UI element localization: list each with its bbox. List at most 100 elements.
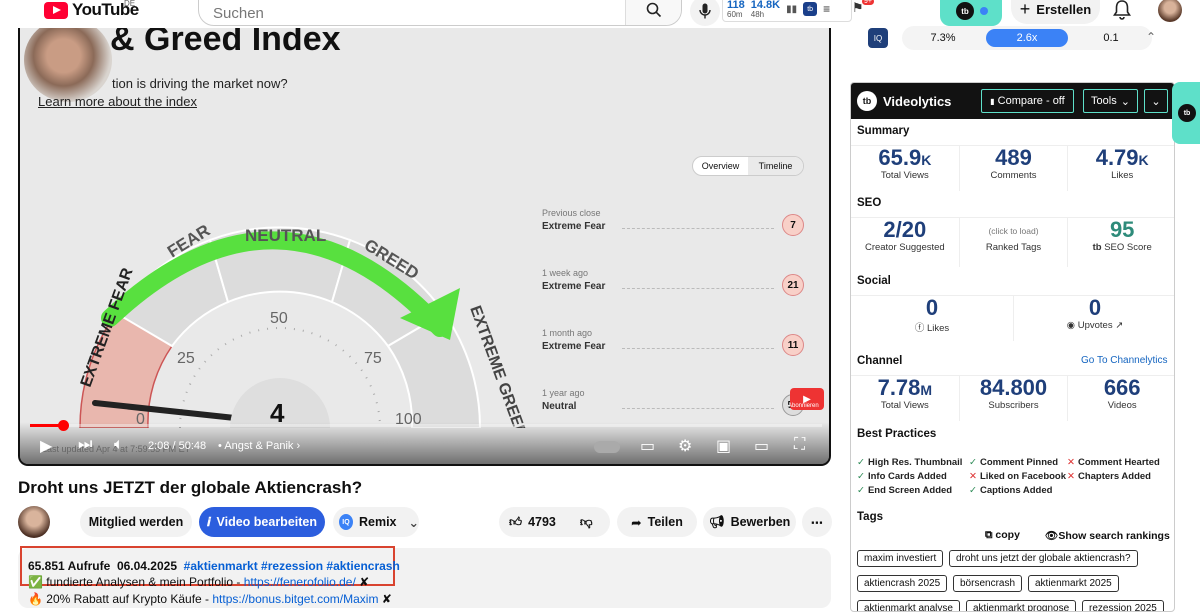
thumbs-down-icon[interactable]: 👎︎ bbox=[580, 515, 593, 530]
tag-chip[interactable]: aktienmarkt analyse bbox=[857, 600, 960, 611]
more-horizontal-icon: ⋯ bbox=[810, 515, 824, 530]
tab-overview: Overview bbox=[701, 161, 740, 171]
progress-bar[interactable] bbox=[30, 420, 822, 431]
stat-48h: 14.8K 48h bbox=[750, 0, 781, 19]
speed-option[interactable]: 0.1 bbox=[1070, 32, 1152, 44]
check-icon: ✓ bbox=[857, 457, 865, 468]
miniplayer-icon[interactable]: ▣ bbox=[716, 436, 731, 456]
create-label: Erstellen bbox=[1036, 1, 1092, 17]
channel-grid: 7.78M Total Views 84.800 Subscribers 666 Vi… bbox=[851, 375, 1174, 421]
search-button[interactable] bbox=[625, 0, 681, 25]
next-icon[interactable]: ⏭ bbox=[78, 436, 92, 454]
tools-dropdown[interactable]: Tools ⌄ bbox=[1083, 89, 1138, 113]
subtitles-icon[interactable]: ▭ bbox=[640, 436, 655, 456]
hashtag-links[interactable]: #aktienmarkt #rezession #aktiencrash bbox=[184, 559, 400, 573]
realtime-stats-widget[interactable]: 118 60m 14.8K 48h ▮▮ tb ≡ bbox=[722, 0, 852, 22]
share-button[interactable]: ➦ Teilen bbox=[617, 507, 697, 537]
megaphone-icon: 📢︎ bbox=[708, 514, 725, 529]
section-tags: Tags bbox=[857, 511, 883, 523]
summary-grid: 65.9K Total Views 489 Comments 4.79K Likes bbox=[851, 145, 1174, 191]
thumbs-up-icon[interactable]: 👍︎ bbox=[509, 515, 522, 530]
tubebuddy-toggle[interactable]: tb bbox=[940, 0, 1002, 26]
theater-mode-icon[interactable]: ▭ bbox=[754, 436, 769, 456]
promote-button[interactable]: 📢︎ Bewerben bbox=[703, 507, 796, 537]
channel-avatar[interactable] bbox=[18, 506, 50, 538]
tag-chip[interactable]: aktiencrash 2025 bbox=[857, 575, 948, 592]
history-previous-close: Previous close Extreme Fear 7 bbox=[542, 208, 804, 236]
tag-chip[interactable]: droht uns jetzt der globale aktiencrash? bbox=[949, 550, 1138, 567]
tag-chip[interactable]: aktienmarkt 2025 bbox=[1028, 575, 1119, 592]
collapse-panel-button[interactable]: ⌄ bbox=[1144, 89, 1168, 113]
remix-button[interactable]: IQ Remix ⌄ bbox=[333, 507, 419, 537]
seo-grid: 2/20 Creator Suggested (click to load) Ran… bbox=[851, 217, 1174, 267]
join-member-button[interactable]: Mitglied werden bbox=[80, 507, 192, 537]
show-rankings-button[interactable]: 👁︎Show search rankings bbox=[1045, 529, 1170, 542]
menu-icon[interactable]: ≡ bbox=[823, 2, 830, 16]
seo-creator-suggested: 2/20 Creator Suggested bbox=[851, 217, 960, 267]
section-summary: Summary bbox=[857, 125, 910, 137]
notifications-bell-button[interactable] bbox=[1113, 0, 1131, 25]
like-count: 4793 bbox=[528, 515, 556, 529]
iq-icon[interactable]: IQ bbox=[868, 28, 888, 48]
check-icon: ✓ bbox=[969, 485, 977, 496]
external-link-icon[interactable]: ↗ bbox=[1113, 320, 1123, 331]
tubebuddy-side-tab[interactable]: tb bbox=[1172, 82, 1200, 144]
more-actions-button[interactable]: ⋯ bbox=[802, 507, 832, 537]
stat-60m: 118 60m bbox=[727, 0, 745, 19]
description-line-crypto: 🔥 20% Rabatt auf Krypto Käufe - https://… bbox=[28, 592, 392, 606]
channelytics-link[interactable]: Go To Channelytics bbox=[1081, 355, 1168, 366]
microphone-icon bbox=[699, 3, 711, 19]
like-dislike-group[interactable]: 👍︎ 4793 👎︎ bbox=[499, 507, 610, 537]
speed-option-active[interactable]: 2.6x bbox=[986, 29, 1068, 47]
social-grid: 0 ⓕ Likes 0 ◉ Upvotes ↗ bbox=[851, 295, 1174, 341]
tag-chip[interactable]: rezession 2025 bbox=[1082, 600, 1164, 611]
search-box[interactable]: Suchen bbox=[198, 0, 682, 26]
search-icon bbox=[646, 2, 661, 18]
settings-gear-icon[interactable]: ⚙ bbox=[678, 436, 692, 456]
play-icon[interactable]: ▶ bbox=[40, 436, 52, 456]
facebook-icon: ⓕ bbox=[914, 323, 927, 335]
account-avatar[interactable] bbox=[1158, 0, 1182, 22]
fullscreen-icon[interactable]: ⛶ bbox=[794, 436, 805, 454]
tubebuddy-logo-icon: tb bbox=[956, 2, 974, 20]
chevron-up-icon[interactable]: ⌃ bbox=[1146, 30, 1156, 44]
volume-icon[interactable]: 🔈︎ bbox=[114, 436, 124, 454]
tubebuddy-icon[interactable]: tb bbox=[803, 2, 818, 16]
index-question: tion is driving the market now? bbox=[112, 76, 288, 91]
subscribe-overlay-label: Abonnieren bbox=[788, 403, 819, 409]
copy-tags-button[interactable]: ⧉ copy bbox=[985, 529, 1020, 542]
section-best-practices: Best Practices bbox=[857, 428, 937, 440]
best-practice-item: ✓ High Res. Thumbnail bbox=[857, 457, 963, 468]
speed-selector[interactable]: 7.3% 2.6x 0.1 bbox=[902, 26, 1152, 50]
portfolio-link[interactable]: https://fenerofolio.de/ bbox=[244, 575, 356, 589]
bar-chart-icon[interactable]: ▮▮ bbox=[786, 4, 797, 15]
chevron-down-icon: ⌄ bbox=[1151, 95, 1161, 108]
chapter-button[interactable]: • Angst & Panik › bbox=[218, 440, 300, 452]
edit-video-button[interactable]: 𝒊 Video bearbeiten bbox=[199, 507, 325, 537]
gauge-label-neutral: NEUTRAL bbox=[245, 226, 326, 245]
region-label: DE bbox=[124, 0, 136, 8]
section-seo: SEO bbox=[857, 197, 882, 209]
channel-total-views: 7.78M Total Views bbox=[851, 375, 960, 421]
chevron-down-icon[interactable]: ⌄ bbox=[409, 515, 419, 530]
speed-option[interactable]: 7.3% bbox=[902, 32, 984, 44]
tag-chip[interactable]: maxim investiert bbox=[857, 550, 944, 567]
social-likes: 0 ⓕ Likes bbox=[851, 295, 1014, 341]
history-1-year: 1 year ago Neutral 53 bbox=[542, 388, 804, 416]
create-button[interactable]: + Erstellen bbox=[1011, 0, 1100, 24]
autoplay-toggle[interactable] bbox=[594, 441, 620, 453]
video-player[interactable]: & Greed Index tion is driving the market… bbox=[18, 28, 831, 466]
compare-button[interactable]: ▮ Compare - off bbox=[981, 89, 1074, 113]
check-icon: ✓ bbox=[857, 471, 865, 482]
voice-search-button[interactable] bbox=[690, 0, 720, 26]
fear-greed-title: & Greed Index bbox=[110, 28, 341, 58]
gauge-tick-75: 75 bbox=[364, 350, 382, 367]
tag-chip[interactable]: börsencrash bbox=[953, 575, 1023, 592]
top-bar: YouTube DE Suchen 118 60m 14.8K 48h ▮▮ t… bbox=[0, 0, 1200, 28]
bitget-link[interactable]: https://bonus.bitget.com/Maxim bbox=[212, 592, 378, 606]
search-input[interactable]: Suchen bbox=[199, 0, 625, 25]
seo-score: 95 tb SEO Score bbox=[1092, 217, 1152, 254]
tag-chip[interactable]: aktienmarkt prognose bbox=[966, 600, 1077, 611]
seo-ranked-tags[interactable]: (click to load) Ranked Tags bbox=[960, 218, 1069, 267]
notification-count-badge: 9+ bbox=[862, 0, 874, 5]
